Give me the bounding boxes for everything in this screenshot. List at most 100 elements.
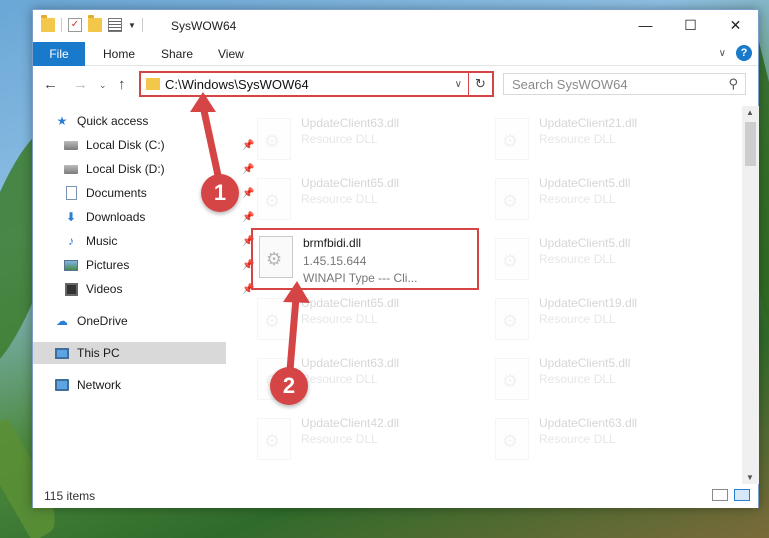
properties-icon[interactable]	[108, 18, 122, 32]
recent-locations-chevron-icon[interactable]: ⌄	[99, 80, 107, 91]
music-icon: ♪	[68, 234, 74, 248]
pictures-icon	[64, 258, 78, 272]
sidebar-item-label: Downloads	[86, 210, 146, 224]
scroll-up-arrow-icon[interactable]: ▲	[746, 108, 754, 117]
file-type: Resource DLL	[301, 132, 378, 146]
navigation-pane: ★ Quick access Local Disk (C:) 📌 Local D…	[33, 106, 254, 484]
sidebar-item-downloads[interactable]: ⬇ Downloads 📌	[64, 206, 254, 228]
scroll-down-arrow-icon[interactable]: ▼	[746, 473, 754, 482]
file-name: UpdateClient65.dll	[301, 176, 400, 190]
dll-file-icon	[495, 298, 529, 340]
dll-file-icon	[495, 238, 529, 280]
sidebar-item-label: OneDrive	[77, 314, 128, 328]
navigation-bar: ← → ⌄ ↑ C:\Windows\SysWOW64 ∨ ↻ Search S…	[33, 67, 758, 101]
sidebar-item-this-pc[interactable]: This PC	[33, 342, 226, 364]
help-icon[interactable]: ?	[736, 45, 752, 61]
customize-toolbar-dropdown-icon[interactable]: ▼	[128, 21, 136, 30]
star-icon: ★	[56, 114, 68, 128]
close-button[interactable]: ✕	[713, 10, 758, 40]
file-item[interactable]: UpdateClient42.dll Resource DLL	[251, 412, 481, 472]
window-title: SysWOW64	[171, 19, 237, 33]
dll-file-icon	[257, 118, 291, 160]
address-history-chevron-icon[interactable]: ∨	[455, 79, 462, 90]
file-name: UpdateClient5.dll	[539, 236, 631, 250]
dll-file-icon	[495, 418, 529, 460]
details-view-icon[interactable]	[712, 489, 728, 501]
new-folder-icon[interactable]	[88, 15, 102, 32]
tiles-view-icon[interactable]	[734, 489, 750, 501]
quick-access-toolbar: ✓ ▼	[41, 15, 143, 32]
file-type: Resource DLL	[539, 132, 616, 146]
forward-arrow-icon[interactable]: →	[73, 76, 88, 93]
dll-file-icon	[495, 178, 529, 220]
sidebar-item-documents[interactable]: Documents 📌	[64, 182, 254, 204]
file-item[interactable]: UpdateClient5.dll Resource DLL	[489, 352, 719, 412]
sidebar-item-onedrive[interactable]: ☁ OneDrive	[55, 310, 128, 332]
address-bar[interactable]: C:\Windows\SysWOW64 ∨ ↻	[139, 71, 494, 97]
sidebar-item-label: This PC	[77, 346, 120, 360]
sidebar-item-local-disk-d[interactable]: Local Disk (D:) 📌	[64, 158, 254, 180]
back-arrow-icon[interactable]: ←	[43, 76, 58, 93]
file-item[interactable]: UpdateClient5.dll Resource DLL	[489, 232, 719, 292]
sidebar-item-label: Local Disk (D:)	[86, 162, 165, 176]
toolbar-divider	[61, 18, 62, 32]
file-type: WINAPI Type --- Cli...	[303, 271, 418, 285]
tab-file[interactable]: File	[33, 42, 85, 66]
file-type: Resource DLL	[539, 432, 616, 446]
sidebar-item-label: Network	[77, 378, 122, 392]
file-type: Resource DLL	[301, 192, 378, 206]
sidebar-item-pictures[interactable]: Pictures 📌	[64, 254, 254, 276]
search-placeholder[interactable]: Search SysWOW64	[512, 77, 628, 92]
tab-share[interactable]: Share	[161, 47, 193, 61]
file-item[interactable]: UpdateClient63.dll Resource DLL	[251, 112, 481, 172]
search-box[interactable]: Search SysWOW64 ⚲	[503, 73, 746, 95]
file-version: 1.45.15.644	[303, 254, 367, 268]
sidebar-item-quick-access[interactable]: ★ Quick access	[55, 110, 149, 132]
sidebar-item-music[interactable]: ♪ Music 📌	[64, 230, 254, 252]
search-icon[interactable]: ⚲	[728, 76, 738, 92]
sidebar-item-network[interactable]: Network	[55, 374, 121, 396]
sidebar-item-label: Music	[86, 234, 118, 248]
dll-file-icon	[257, 298, 291, 340]
file-list: UpdateClient63.dll Resource DLL UpdateCl…	[226, 106, 742, 482]
file-item[interactable]: UpdateClient19.dll Resource DLL	[489, 292, 719, 352]
dll-file-icon	[495, 358, 529, 400]
dll-file-icon	[257, 178, 291, 220]
minimize-button[interactable]: —	[623, 10, 668, 40]
sidebar-item-videos[interactable]: Videos 📌	[64, 278, 254, 300]
file-item[interactable]: UpdateClient5.dll Resource DLL	[489, 172, 719, 232]
file-item[interactable]: UpdateClient65.dll Resource DLL	[251, 292, 481, 352]
sidebar-item-label: Documents	[86, 186, 147, 200]
expand-ribbon-chevron-icon[interactable]: ∨	[719, 48, 726, 59]
folder-icon[interactable]	[41, 15, 55, 32]
disk-icon	[64, 138, 78, 152]
file-type: Resource DLL	[301, 372, 378, 386]
sidebar-item-label: Local Disk (C:)	[86, 138, 165, 152]
window-controls: — ☐ ✕	[623, 10, 758, 40]
file-type: Resource DLL	[301, 312, 378, 326]
properties-check-icon[interactable]: ✓	[68, 18, 82, 32]
file-name: UpdateClient63.dll	[301, 116, 400, 130]
file-item[interactable]: UpdateClient65.dll Resource DLL	[251, 172, 481, 232]
file-item[interactable]: UpdateClient21.dll Resource DLL	[489, 112, 719, 172]
tab-view[interactable]: View	[218, 47, 244, 61]
tab-home[interactable]: Home	[103, 47, 135, 61]
up-arrow-icon[interactable]: ↑	[118, 76, 126, 93]
file-item[interactable]: UpdateClient63.dll Resource DLL	[489, 412, 719, 472]
sidebar-item-label: Pictures	[86, 258, 130, 272]
address-path[interactable]: C:\Windows\SysWOW64	[165, 77, 309, 92]
maximize-button[interactable]: ☐	[668, 10, 713, 40]
vertical-scrollbar[interactable]: ▲ ▼	[742, 106, 759, 484]
item-count: 115 items	[44, 489, 96, 503]
disk-icon	[64, 162, 78, 176]
sidebar-item-local-disk-c[interactable]: Local Disk (C:) 📌	[64, 134, 254, 156]
file-explorer-window: ✓ ▼ SysWOW64 — ☐ ✕ File Home Share View …	[32, 9, 759, 508]
step-1-callout: 1	[201, 174, 239, 212]
file-type: Resource DLL	[539, 252, 616, 266]
file-item-brmfbidi-highlighted[interactable]: brmfbidi.dll 1.45.15.644 WINAPI Type ---…	[251, 228, 479, 290]
dll-file-icon	[257, 418, 291, 460]
file-name: UpdateClient21.dll	[539, 116, 638, 130]
scrollbar-thumb[interactable]	[745, 122, 756, 166]
file-type: Resource DLL	[539, 192, 616, 206]
refresh-icon[interactable]: ↻	[468, 73, 492, 95]
